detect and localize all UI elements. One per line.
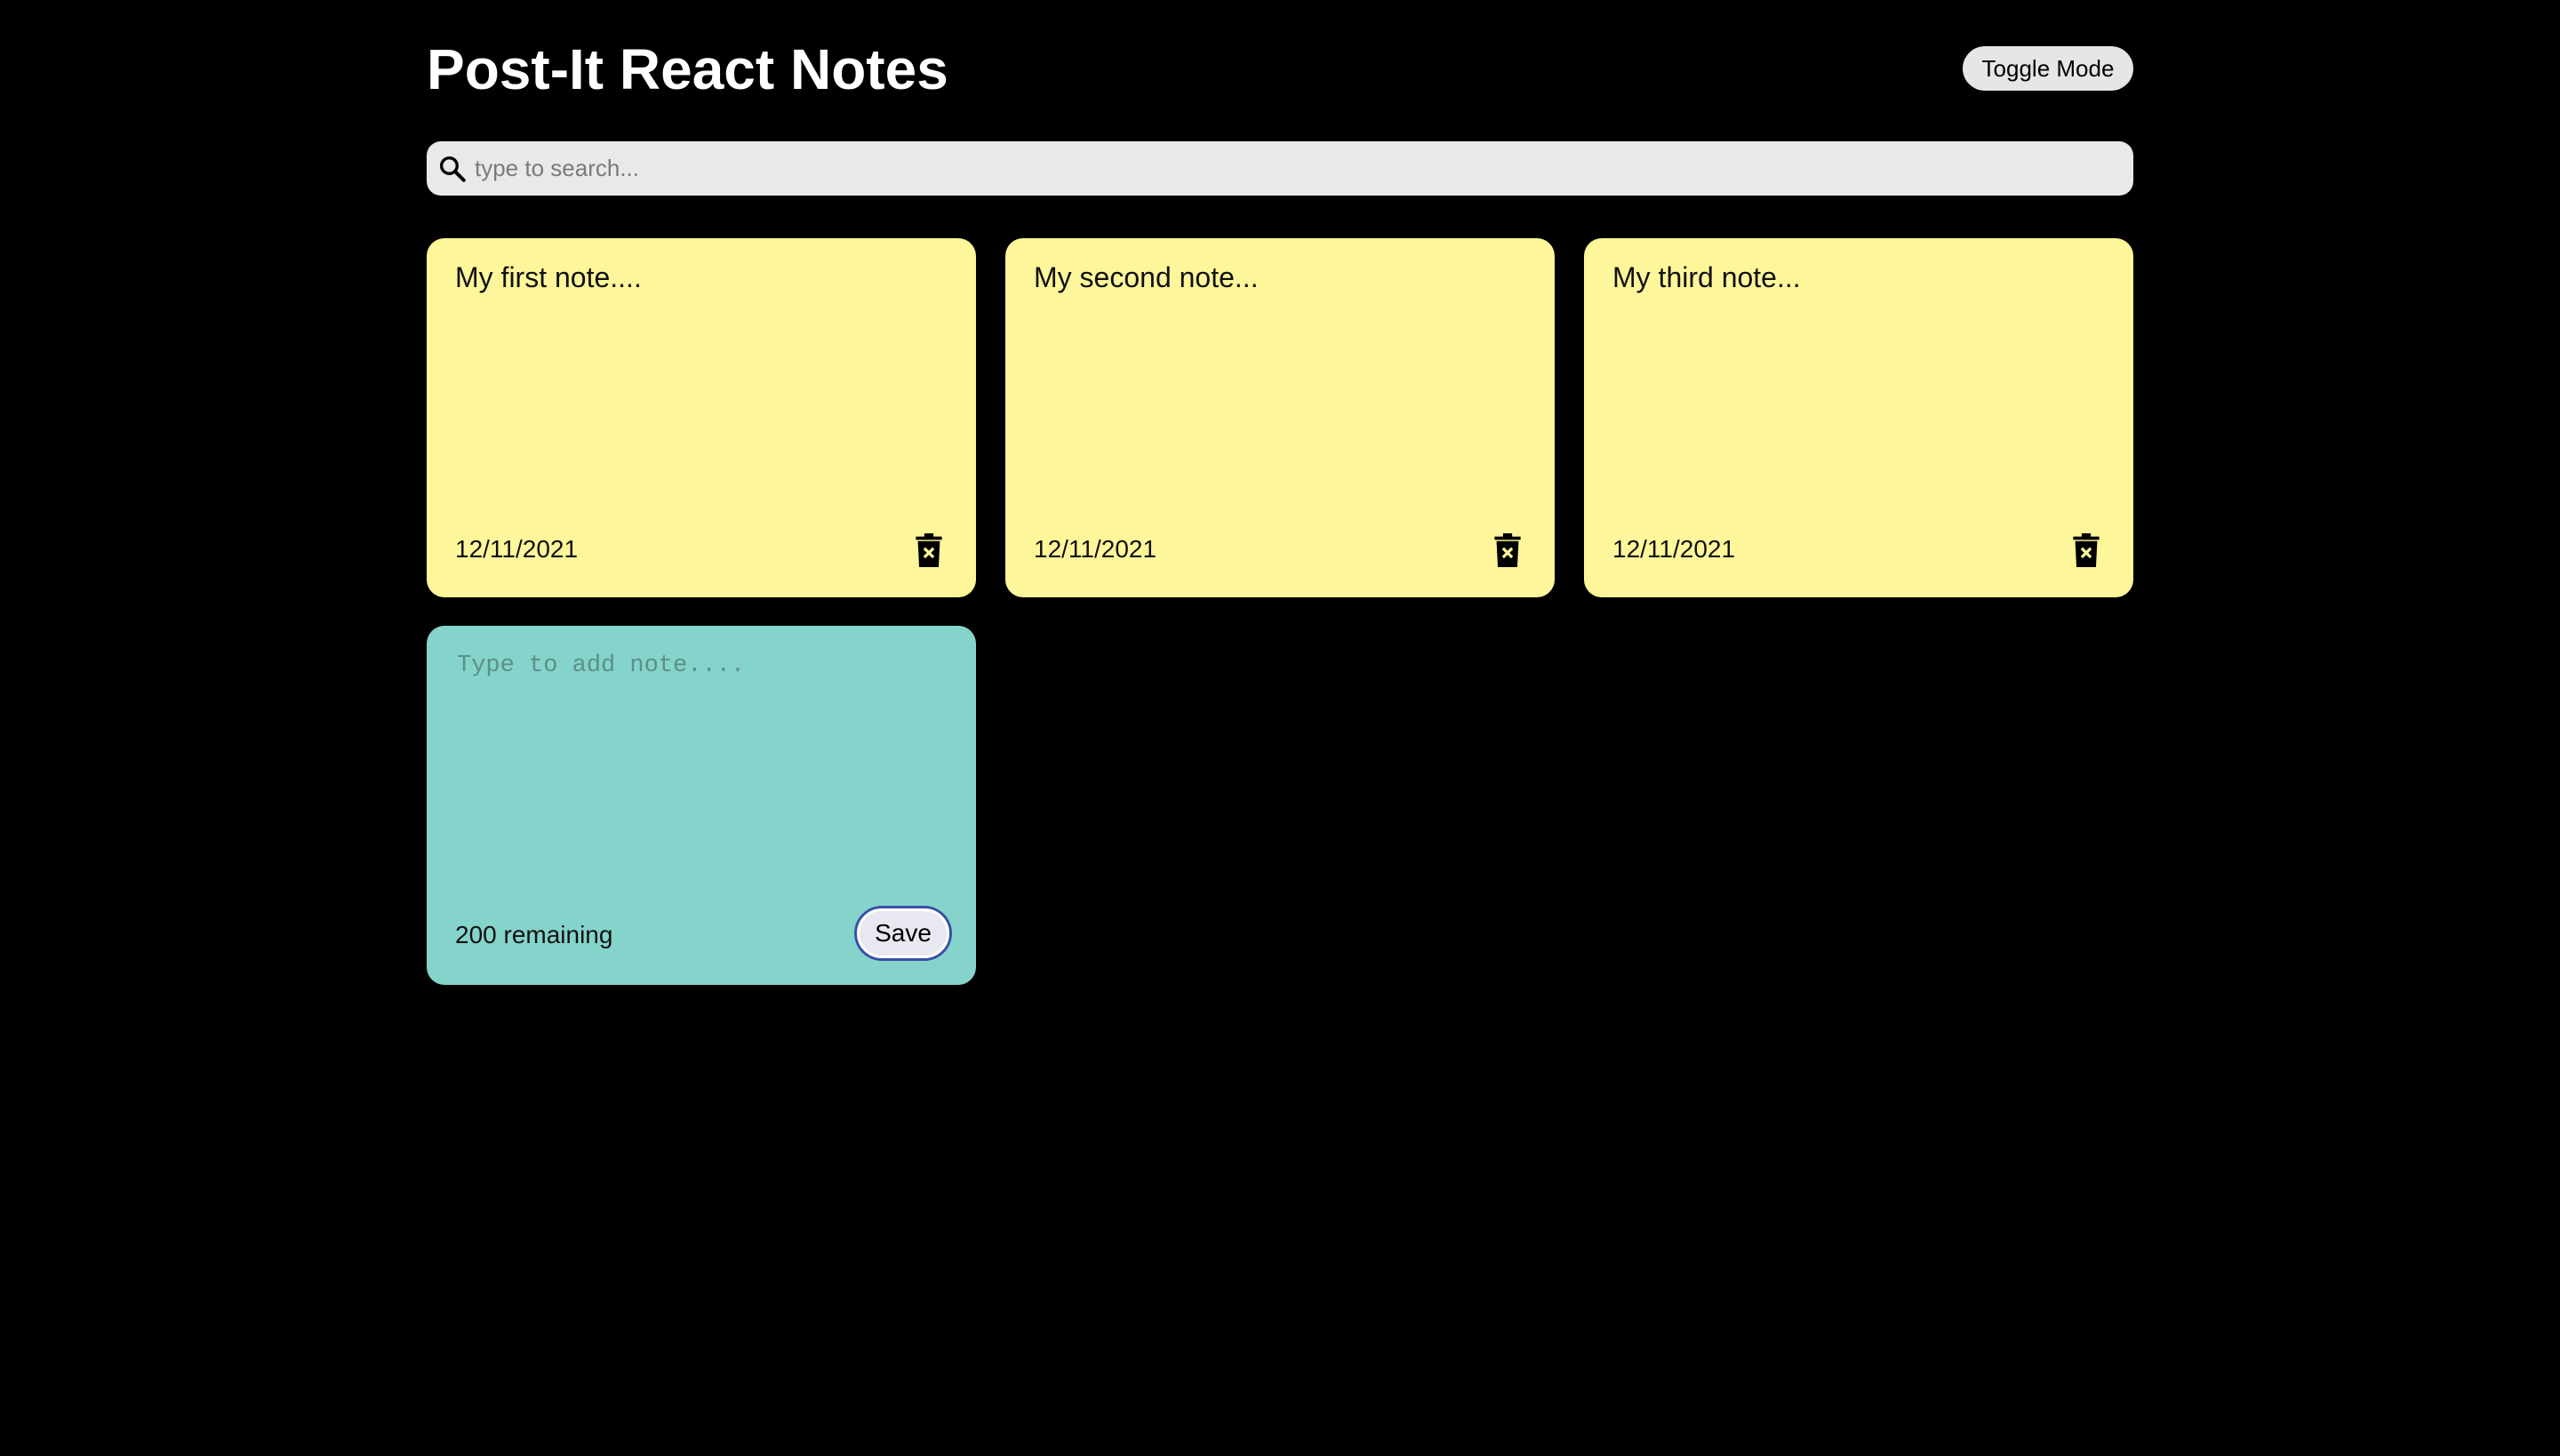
add-note-textarea[interactable]	[457, 652, 946, 866]
delete-icon[interactable]	[1494, 533, 1521, 567]
note-date: 12/11/2021	[1034, 535, 1157, 563]
note-date: 12/11/2021	[455, 535, 579, 563]
search-icon	[439, 156, 466, 182]
search-bar	[427, 141, 2133, 196]
add-note-card: 200 remaining Save	[427, 626, 976, 985]
note-text: My second note...	[1034, 261, 1259, 293]
toggle-mode-button[interactable]: Toggle Mode	[1963, 46, 2133, 91]
app-title: Post-It React Notes	[427, 37, 948, 101]
save-button[interactable]: Save	[857, 908, 949, 958]
note-card: My first note.... 12/11/2021	[427, 238, 976, 597]
delete-icon[interactable]	[916, 533, 942, 567]
note-date: 12/11/2021	[1612, 535, 1736, 563]
delete-icon[interactable]	[2073, 533, 2100, 567]
note-card: My third note... 12/11/2021	[1584, 238, 2133, 597]
note-text: My first note....	[455, 261, 642, 293]
note-card: My second note... 12/11/2021	[1005, 238, 1555, 597]
note-text: My third note...	[1612, 261, 1801, 293]
header: Post-It React Notes Toggle Mode	[427, 34, 2133, 105]
search-input[interactable]	[475, 141, 2119, 196]
remaining-count: 200 remaining	[455, 921, 613, 948]
